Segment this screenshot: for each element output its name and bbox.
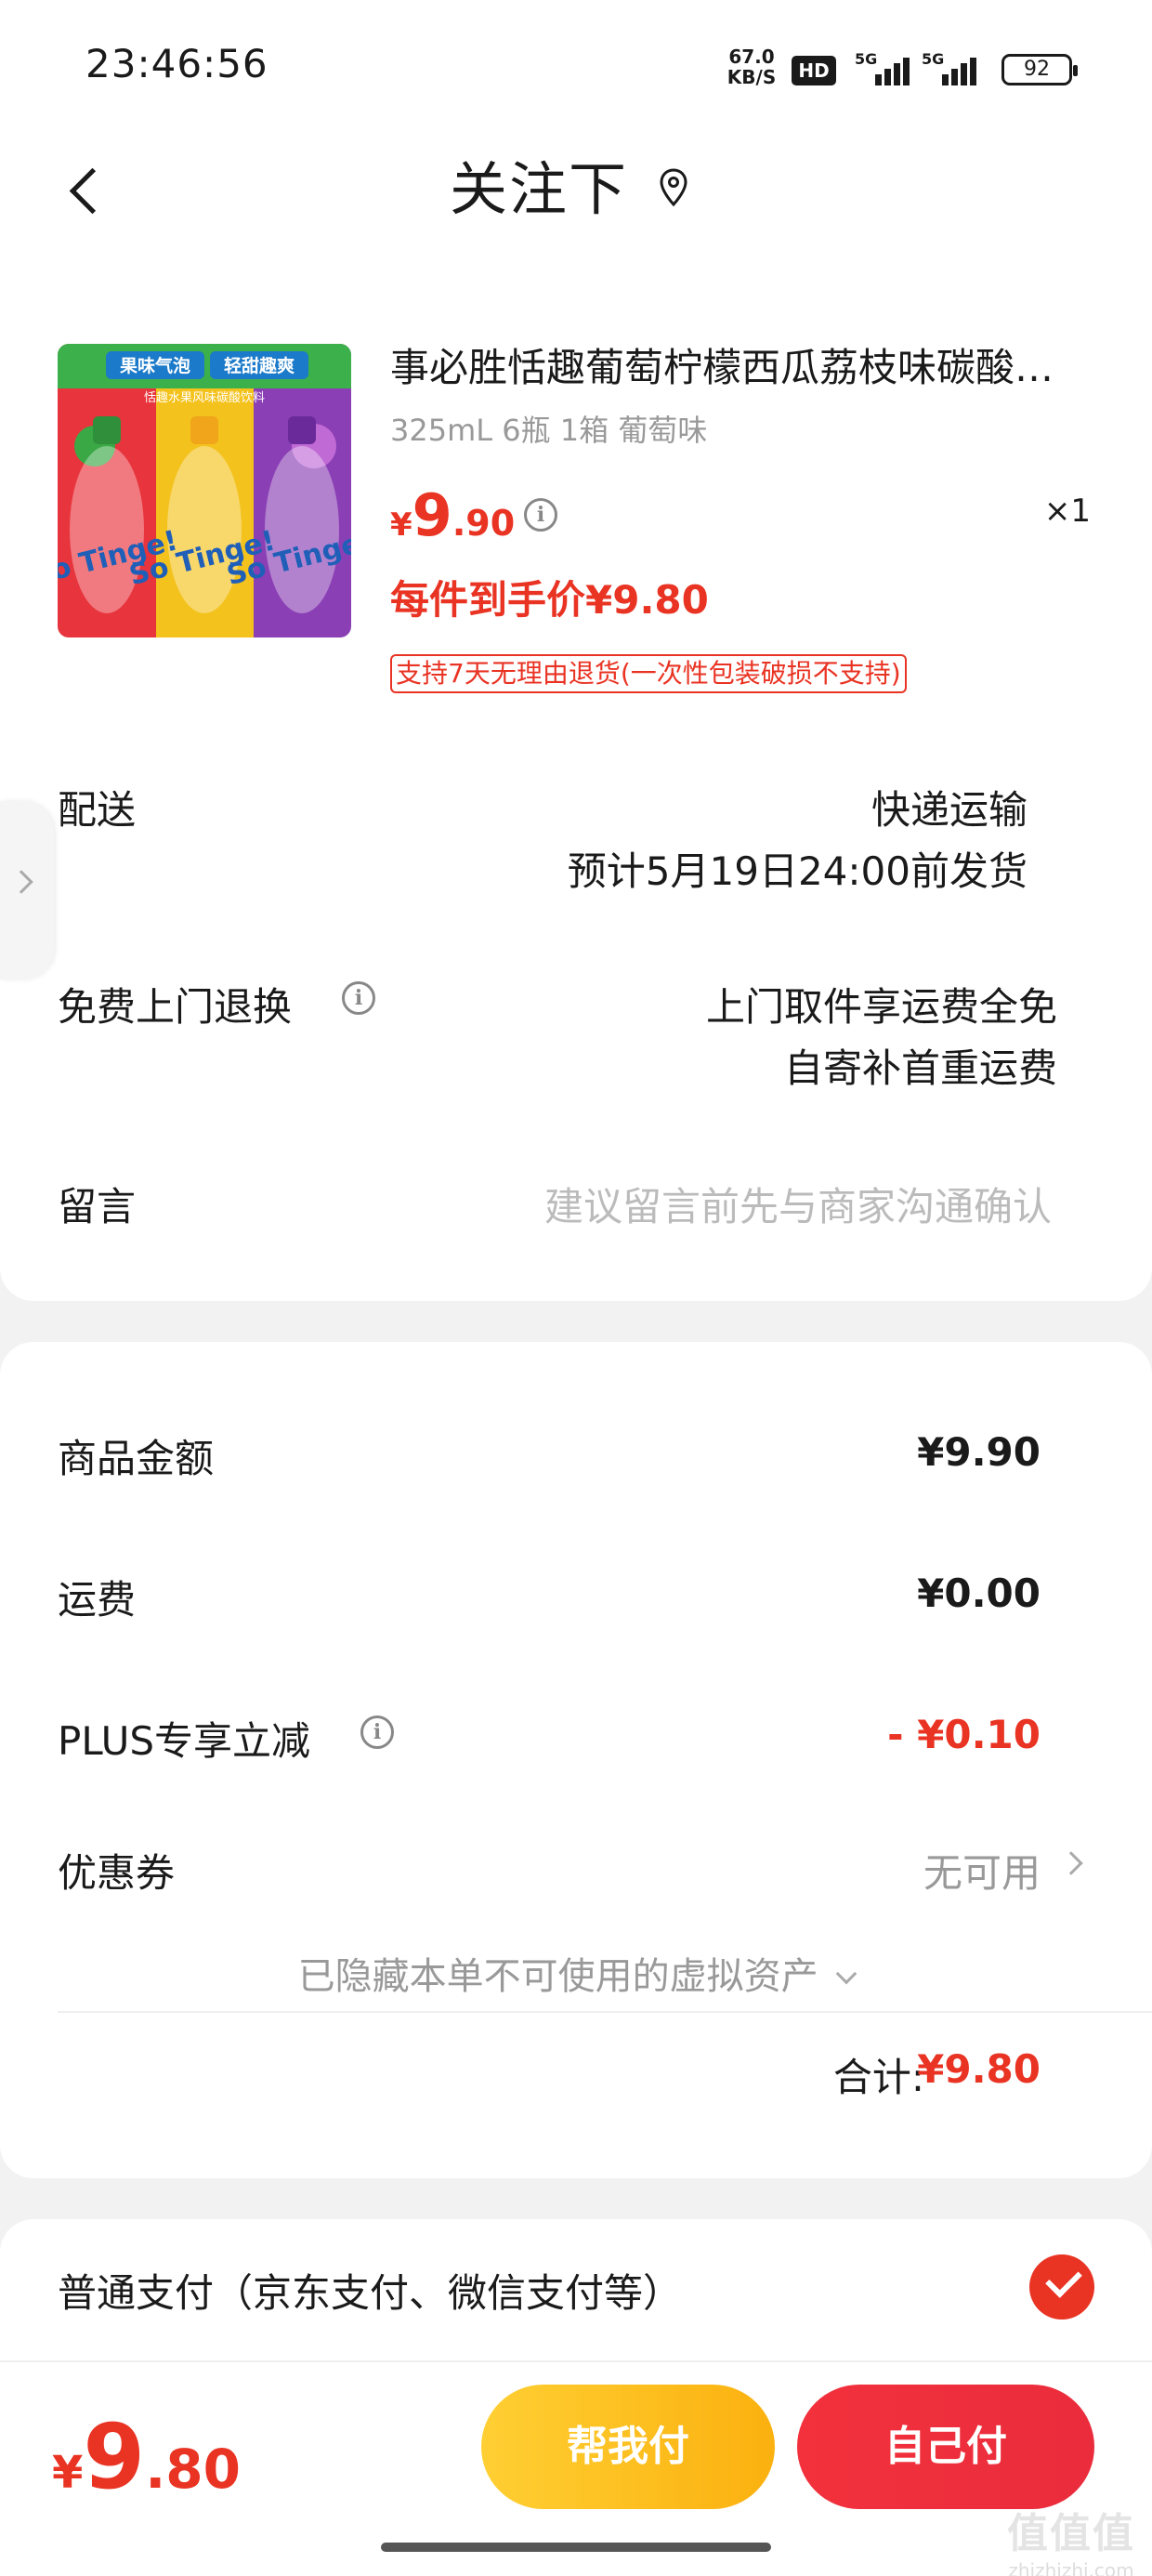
payment-method-label[interactable]: 普通支付（京东支付、微信支付等）: [58, 2262, 682, 2319]
order-confirm-page: 23:46:56 67.0 KB/S HD 5G 5G 92 关注下 果味气泡 …: [0, 0, 1152, 2576]
location-pin-icon[interactable]: [658, 167, 689, 210]
price-currency: ¥: [390, 506, 412, 544]
checkout-price-integer: 9: [83, 2405, 146, 2509]
watermark: 值值值 zhizhizhi.com: [1001, 2500, 1141, 2576]
product-image-banner-1: 果味气泡: [119, 355, 190, 376]
hidden-assets-text: 已隐藏本单不可使用的虚拟资产: [297, 1955, 818, 1998]
status-bar: 23:46:56 67.0 KB/S HD 5G 5G 92: [0, 0, 1152, 139]
delivery-label: 配送: [58, 787, 137, 833]
self-pay-button[interactable]: 自己付: [797, 2385, 1094, 2509]
product-name[interactable]: 事必胜恬趣葡萄柠檬西瓜荔枝味碳酸饮料: [390, 342, 1078, 394]
back-button[interactable]: [58, 149, 113, 232]
help-pay-button[interactable]: 帮我付: [481, 2385, 775, 2509]
network-speed-value: 67.0: [728, 46, 775, 68]
plus-discount-value: - ¥0.10: [887, 1712, 1041, 1757]
price-integer: 9: [412, 481, 452, 549]
return-service-self-send: 自寄补首重运费: [783, 1045, 1057, 1091]
product-image[interactable]: 果味气泡 轻甜趣爽 恬趣水果风味碳酸饮料 So Tinge! So Tinge!…: [58, 344, 351, 637]
product-price: ¥9.90: [390, 481, 515, 549]
message-label: 留言: [58, 1184, 137, 1229]
product-quantity: ×1: [1043, 493, 1091, 530]
watermark-logo: 值值值: [1007, 2510, 1135, 2557]
page-title: 关注下: [450, 155, 629, 223]
plus-discount-info-icon[interactable]: i: [360, 1715, 394, 1749]
chevron-down-icon: [836, 1963, 857, 1985]
price-info-icon[interactable]: i: [524, 498, 557, 532]
delivery-estimate: 预计5月19日24:00前发货: [567, 848, 1028, 894]
goods-amount-label: 商品金额: [58, 1436, 215, 1481]
return-policy-badge: 支持7天无理由退货(一次性包装破损不支持): [390, 654, 907, 693]
plus-discount-label: PLUS专享立减: [58, 1718, 311, 1764]
network-speed-unit: KB/S: [727, 66, 777, 88]
signal-icon: 5G: [855, 50, 910, 87]
cost-summary-card: 商品金额 ¥9.90 运费 ¥0.00 PLUS专享立减 i - ¥0.10 优…: [0, 1342, 1152, 2178]
return-service-pickup: 上门取件享运费全免: [705, 984, 1057, 1030]
coupon-value[interactable]: 无可用: [923, 1842, 1041, 1899]
delivery-method[interactable]: 快递运输: [871, 779, 1028, 835]
checkout-price-decimal: .80: [145, 2438, 241, 2501]
goods-amount-value: ¥9.90: [917, 1429, 1041, 1475]
home-indicator[interactable]: [381, 2543, 771, 2552]
signal-type-2: 5G: [922, 50, 945, 68]
price-decimal: .90: [452, 503, 516, 544]
shipping-fee-label: 运费: [58, 1577, 137, 1623]
signal-type: 5G: [855, 50, 878, 68]
checkout-price: ¥9.80: [52, 2405, 241, 2509]
coupon-label: 优惠券: [58, 1850, 176, 1896]
side-drawer-handle[interactable]: [0, 801, 54, 979]
check-icon[interactable]: [1029, 2254, 1094, 2320]
hidden-assets-toggle[interactable]: 已隐藏本单不可使用的虚拟资产: [0, 1946, 1152, 2000]
watermark-url: zhizhizhi.com: [1008, 2559, 1134, 2576]
divider: [58, 2011, 1152, 2013]
return-service-info-icon[interactable]: i: [342, 981, 375, 1015]
network-speed: 67.0 KB/S: [723, 46, 780, 87]
chevron-right-icon: [9, 870, 33, 894]
product-image-subtitle: 恬趣水果风味碳酸饮料: [144, 391, 265, 405]
checkout-price-currency: ¥: [52, 2447, 84, 2499]
shipping-fee-value: ¥0.00: [917, 1571, 1041, 1616]
status-time: 23:46:56: [85, 41, 268, 86]
signal-icon-2: 5G: [922, 50, 976, 87]
battery-icon: 92: [1001, 54, 1078, 85]
product-image-banner-2: 轻甜趣爽: [224, 355, 295, 376]
product-spec: 325mL 6瓶 1箱 葡萄味: [390, 413, 708, 448]
final-unit-price: 每件到手价¥9.80: [390, 577, 709, 623]
hd-icon: HD: [792, 56, 836, 85]
return-service-label: 免费上门退换: [58, 984, 293, 1030]
total-value: ¥9.80: [917, 2046, 1041, 2092]
order-card: 果味气泡 轻甜趣爽 恬趣水果风味碳酸饮料 So Tinge! So Tinge!…: [0, 242, 1152, 1301]
page-header: 关注下: [0, 139, 1152, 242]
chevron-right-icon[interactable]: [1059, 1851, 1083, 1875]
message-input[interactable]: 建议留言前先与商家沟通确认: [544, 1176, 1052, 1232]
total-label: 合计:: [832, 2055, 924, 2100]
